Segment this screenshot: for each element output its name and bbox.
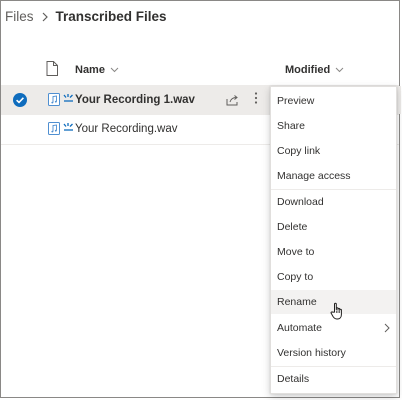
menu-item-manage-access[interactable]: Manage access: [271, 164, 396, 188]
column-modified[interactable]: Modified: [285, 64, 344, 76]
breadcrumb-current: Transcribed Files: [55, 9, 167, 24]
menu-item-label: Details: [277, 373, 310, 385]
breadcrumb: Files Transcribed Files: [5, 9, 167, 24]
more-icon[interactable]: [254, 91, 258, 108]
menu-item-label: Download: [277, 196, 324, 208]
menu-item-label: Manage access: [277, 170, 351, 182]
menu-item-delete[interactable]: Delete: [271, 215, 396, 239]
menu-item-label: Version history: [277, 347, 346, 359]
menu-item-download[interactable]: Download: [271, 190, 396, 214]
menu-item-move-to[interactable]: Move to: [271, 240, 396, 264]
chevron-down-icon: [335, 67, 344, 73]
menu-item-preview[interactable]: Preview: [271, 89, 396, 113]
menu-item-label: Rename: [277, 296, 317, 308]
share-icon[interactable]: [226, 93, 239, 111]
menu-item-label: Share: [277, 120, 306, 132]
menu-item-share[interactable]: Share: [271, 114, 396, 138]
sparkle-icon: [63, 89, 74, 107]
menu-item-label: Copy link: [277, 145, 321, 157]
audio-file-icon: [48, 122, 60, 140]
hand-cursor-icon: [330, 302, 344, 325]
file-name[interactable]: Your Recording.wav: [75, 123, 178, 135]
check-circle-icon[interactable]: [13, 93, 27, 107]
sparkle-icon: [63, 118, 74, 136]
file-icon[interactable]: [46, 61, 58, 79]
column-modified-label: Modified: [285, 64, 331, 76]
menu-item-label: Preview: [277, 95, 315, 107]
menu-item-label: Copy to: [277, 271, 314, 283]
column-name[interactable]: Name: [75, 64, 119, 76]
menu-item-details[interactable]: Details: [271, 367, 396, 391]
file-name[interactable]: Your Recording 1.wav: [75, 94, 195, 106]
chevron-right-icon: [41, 12, 49, 22]
menu-item-copy-link[interactable]: Copy link: [271, 139, 396, 163]
audio-file-icon: [48, 93, 60, 111]
breadcrumb-files[interactable]: Files: [5, 9, 34, 24]
chevron-down-icon: [110, 67, 119, 73]
column-name-label: Name: [75, 64, 105, 76]
menu-item-copy-to[interactable]: Copy to: [271, 265, 396, 289]
menu-item-label: Delete: [277, 221, 308, 233]
menu-item-label: Automate: [277, 322, 322, 334]
file-browser-window: Files Transcribed Files Name Modified Yo…: [0, 0, 401, 398]
menu-item-version-history[interactable]: Version history: [271, 341, 396, 365]
context-menu: Preview Share Copy link Manage access Do…: [270, 86, 397, 394]
chevron-right-icon: [384, 323, 390, 333]
column-header-row: Name Modified: [1, 61, 399, 81]
menu-item-label: Move to: [277, 246, 315, 258]
